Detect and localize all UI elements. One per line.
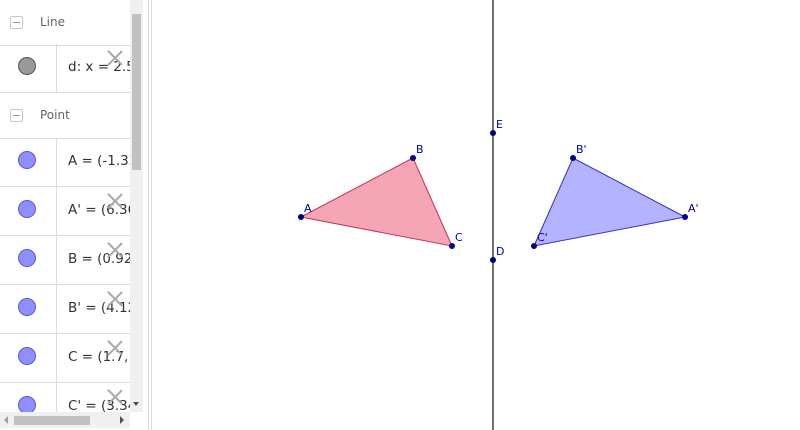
marble-cell	[0, 383, 57, 412]
algebra-item-C-prime[interactable]: C' = (3.34	[0, 383, 130, 412]
visibility-marble-icon[interactable]	[18, 298, 36, 316]
visibility-marble-icon[interactable]	[18, 249, 36, 267]
horizontal-scroll-thumb[interactable]	[14, 416, 90, 425]
label-D: D	[496, 245, 504, 258]
collapse-icon[interactable]	[10, 16, 23, 29]
delete-icon[interactable]	[107, 242, 123, 258]
scroll-left-arrow-icon[interactable]	[4, 416, 8, 424]
marble-cell	[0, 236, 57, 284]
marble-cell	[0, 334, 57, 382]
visibility-marble-icon[interactable]	[18, 396, 36, 412]
algebra-item-B-prime[interactable]: B' = (4.12	[0, 285, 130, 334]
vertical-scroll-thumb[interactable]	[132, 14, 141, 170]
horizontal-scrollbar[interactable]	[0, 412, 130, 428]
algebra-item-A-prime[interactable]: A' = (6.36	[0, 187, 130, 236]
geogebra-app: Line d: x = 2.5 Point A = (-1.32	[0, 0, 800, 430]
algebra-list: Line d: x = 2.5 Point A = (-1.32	[0, 0, 130, 412]
algebra-item-B[interactable]: B = (0.92	[0, 236, 130, 285]
label-A: A	[304, 202, 312, 215]
visibility-marble-icon[interactable]	[18, 347, 36, 365]
group-label: Line	[40, 15, 66, 29]
algebra-view: Line d: x = 2.5 Point A = (-1.32	[0, 0, 143, 430]
marble-cell	[0, 138, 57, 186]
label-B: B	[416, 143, 424, 156]
scroll-down-arrow-icon[interactable]	[133, 402, 139, 406]
collapse-icon[interactable]	[10, 109, 23, 122]
group-label: Point	[40, 108, 70, 122]
label-C-prime: C'	[537, 231, 548, 244]
algebra-item-text[interactable]: A = (-1.32	[68, 153, 130, 169]
label-C: C	[455, 231, 463, 244]
visibility-marble-icon[interactable]	[18, 57, 36, 75]
scroll-right-arrow-icon[interactable]	[120, 416, 124, 424]
marble-cell	[0, 44, 57, 92]
vertical-scrollbar[interactable]	[130, 0, 143, 412]
marble-cell	[0, 285, 57, 333]
delete-icon[interactable]	[107, 291, 123, 307]
label-E: E	[496, 118, 503, 131]
visibility-marble-icon[interactable]	[18, 151, 36, 169]
group-header-line[interactable]: Line	[0, 0, 130, 46]
graphics-view[interactable]: A B C A' B' C' E D	[152, 0, 800, 430]
algebra-item-d[interactable]: d: x = 2.5	[0, 44, 130, 93]
delete-icon[interactable]	[107, 340, 123, 356]
label-A-prime: A'	[688, 202, 699, 215]
algebra-item-A[interactable]: A = (-1.32	[0, 138, 130, 187]
triangle-abc[interactable]	[299, 157, 453, 247]
visibility-marble-icon[interactable]	[18, 200, 36, 218]
marble-cell	[0, 187, 57, 235]
delete-icon[interactable]	[107, 193, 123, 209]
graphics-canvas[interactable]: A B C A' B' C' E D	[152, 0, 800, 430]
algebra-item-C[interactable]: C = (1.7,	[0, 334, 130, 383]
label-B-prime: B'	[576, 143, 587, 156]
delete-icon[interactable]	[107, 50, 123, 66]
group-header-point[interactable]: Point	[0, 93, 130, 139]
delete-icon[interactable]	[107, 389, 123, 405]
triangle-image[interactable]	[533, 157, 687, 247]
